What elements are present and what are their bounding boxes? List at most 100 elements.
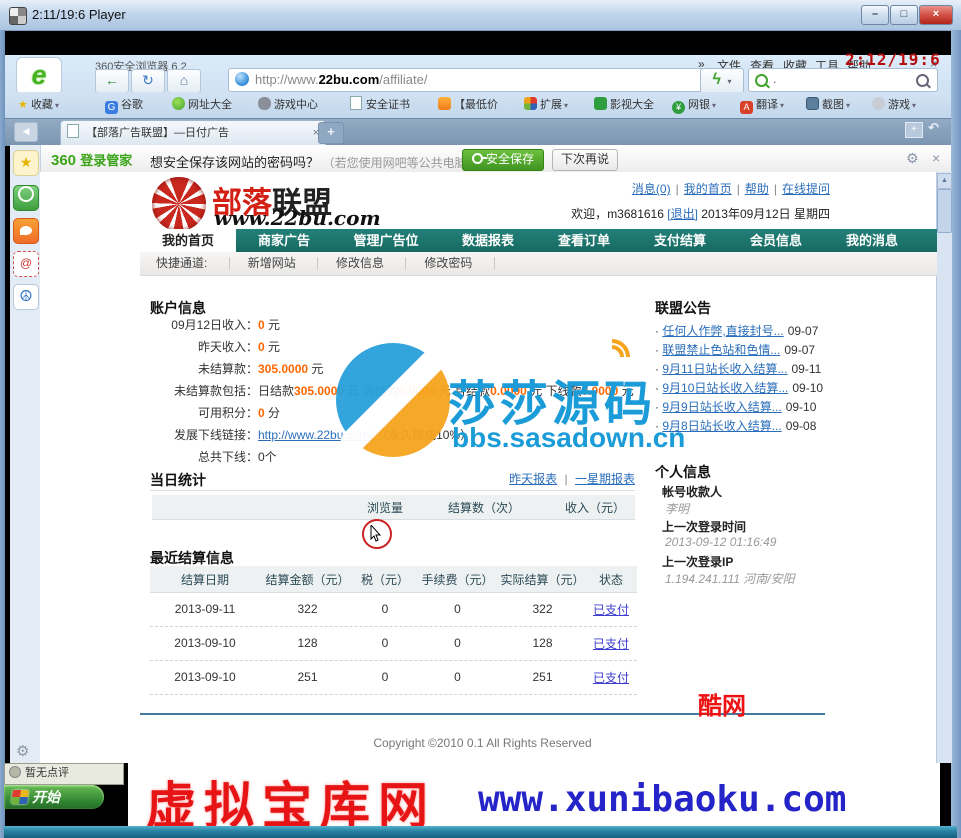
announcements-title: 联盟公告	[655, 298, 711, 318]
link-messages[interactable]: 消息(0)	[632, 182, 671, 196]
link-help[interactable]: 帮助	[745, 182, 769, 196]
address-bar[interactable]: http://www.22bu.com/affiliate/	[228, 68, 724, 92]
quick-add-site[interactable]: 新增网站	[248, 256, 296, 270]
tool-extensions[interactable]: 扩展▾	[524, 96, 568, 112]
document-icon	[350, 96, 362, 110]
minimize-button[interactable]: –	[861, 5, 889, 25]
copyright-text: Copyright ©2010 0.1 All Rights Reserved	[140, 736, 825, 750]
history-clock-icon[interactable]	[13, 185, 39, 211]
mail-icon[interactable]: @	[13, 251, 39, 277]
yesterday-report-link[interactable]: 昨天报表	[509, 472, 557, 486]
gamepad-icon	[258, 97, 271, 110]
site-top-links: 消息(0)|我的首页|帮助|在线提问	[610, 180, 830, 197]
new-tab-button[interactable]: +	[318, 122, 344, 144]
chevron-down-icon: ▾	[912, 101, 916, 110]
favorites-star-icon[interactable]: ★	[13, 150, 39, 176]
search-text: .	[773, 72, 776, 86]
player-window-title: 2:11/19:6 Player	[32, 7, 126, 22]
bookmark-game-center[interactable]: 游戏中心	[258, 96, 318, 112]
nav-tab-settlement[interactable]: 支付结算	[632, 229, 728, 252]
back-button[interactable]: ←	[95, 69, 129, 93]
start-button[interactable]: 开始	[4, 785, 104, 809]
bookmark-url-nav[interactable]: 网址大全	[172, 96, 232, 112]
site-safety-icon[interactable]	[235, 72, 249, 86]
tool-translate[interactable]: A翻译▾	[740, 96, 784, 114]
quick-links-bar: 快捷通道: 新增网站 修改信息 修改密码	[140, 252, 937, 276]
bookmark-google[interactable]: G谷歌	[105, 96, 143, 114]
no-comment-tooltip: 暂无点评	[4, 763, 124, 785]
scrollbar-track[interactable]	[936, 172, 952, 763]
player-window-icon	[9, 7, 27, 25]
refresh-button[interactable]: ↻	[131, 69, 165, 93]
nav-tab-orders[interactable]: 查看订单	[536, 229, 632, 252]
cursor-highlight-ring	[362, 519, 392, 549]
link-my-home[interactable]: 我的首页	[684, 182, 732, 196]
maximize-button[interactable]: □	[890, 5, 918, 25]
announcement-item: · 任何人作弊,直接封号...09-07	[655, 322, 845, 339]
week-report-link[interactable]: 一星期报表	[575, 472, 635, 486]
password-bar-close-icon[interactable]: ×	[932, 150, 940, 166]
last-login-time-label: 上一次登录时间	[662, 518, 746, 535]
search-icon[interactable]	[916, 74, 929, 87]
paid-status-link[interactable]: 已支付	[593, 637, 629, 651]
tool-screenshot[interactable]: 截图▾	[806, 96, 850, 112]
tool-ebank[interactable]: ¥网银▾	[672, 96, 716, 114]
close-button[interactable]: ×	[919, 5, 953, 25]
browser-logo-icon[interactable]: e	[16, 57, 62, 95]
sidebar-collapse-icon[interactable]: ◀	[14, 122, 38, 142]
table-row: 2013-09-1132200322已支付	[150, 592, 637, 627]
scrollbar-thumb[interactable]	[937, 189, 952, 233]
quick-change-password[interactable]: 修改密码	[424, 256, 472, 270]
paid-status-link[interactable]: 已支付	[593, 671, 629, 685]
translate-icon: A	[740, 101, 753, 114]
nav-tab-reports[interactable]: 数据报表	[440, 229, 536, 252]
chevron-down-icon: ▾	[564, 101, 568, 110]
lightning-icon: ϟ	[713, 71, 721, 88]
nav-tab-merchant-ads[interactable]: 商家广告	[236, 229, 332, 252]
sidebar-gear-icon[interactable]: ⚙	[16, 742, 29, 760]
quick-edit-info[interactable]: 修改信息	[336, 256, 384, 270]
weibo-icon[interactable]	[13, 218, 39, 244]
settlement-header-row: 结算日期结算金额（元）税（元）手续费（元）实际结算（元）状态	[150, 566, 637, 593]
search-input[interactable]: .	[748, 68, 938, 92]
scroll-up-icon[interactable]: ▲	[937, 173, 952, 189]
undo-closed-tab-icon[interactable]: ↶	[928, 120, 939, 136]
bookmark-favorites[interactable]: ★ 收藏▾	[18, 96, 59, 112]
paid-status-link[interactable]: 已支付	[593, 603, 629, 617]
nav-tab-member-info[interactable]: 会员信息	[728, 229, 824, 252]
payee-label: 帐号收款人	[662, 483, 722, 500]
gear-icon[interactable]: ⚙	[906, 150, 919, 167]
peace-app-icon[interactable]: ☮	[13, 284, 39, 310]
sasadown-watermark-url: bbs.sasadown.cn	[452, 422, 685, 454]
save-password-button[interactable]: 安全保存	[462, 149, 544, 171]
site-logo-dragon-icon[interactable]	[152, 177, 206, 231]
ask-later-button[interactable]: 下次再说	[552, 149, 618, 171]
bookmark-lowest-price[interactable]: 【最低价	[438, 96, 498, 112]
overlay-timestamp: 2:12/19:6	[845, 50, 941, 69]
extensions-icon	[524, 97, 537, 110]
col-income: 收入（元）	[565, 499, 625, 516]
today-stats-columns: 浏览量 结算数（次） 收入（元）	[152, 495, 635, 520]
taskbar-strip	[4, 826, 957, 838]
logout-link[interactable]: [退出]	[667, 207, 698, 221]
quick-label: 快捷通道:	[156, 256, 207, 270]
nav-tab-home[interactable]: 我的首页	[140, 229, 236, 252]
bookmark-certificate[interactable]: 安全证书	[350, 96, 410, 112]
kuwang-watermark: 酷网	[698, 686, 746, 721]
mouse-cursor-icon	[370, 525, 386, 543]
xunibaoku-watermark-url: www.xunibaoku.com	[478, 779, 846, 820]
link-online-ask[interactable]: 在线提问	[782, 182, 830, 196]
new-window-icon[interactable]: +	[905, 122, 923, 138]
tool-video[interactable]: 影视大全	[594, 96, 654, 112]
announcement-item: · 联盟禁止色站和色情...09-07	[655, 341, 845, 358]
home-button[interactable]: ⌂	[167, 69, 201, 93]
chevron-down-icon: ▾	[55, 101, 59, 110]
nav-tab-ad-slots[interactable]: 管理广告位	[332, 229, 440, 252]
speed-mode-button[interactable]: ϟ ▾	[700, 68, 744, 94]
star-icon: ★	[18, 99, 28, 111]
nav-tab-messages[interactable]: 我的消息	[824, 229, 920, 252]
tab-current[interactable]: 【部落广告联盟】—日付广告 ×	[60, 120, 326, 146]
games-icon	[872, 97, 885, 110]
chevron-down-icon: ▾	[727, 77, 731, 86]
tool-games[interactable]: 游戏▾	[872, 96, 916, 112]
